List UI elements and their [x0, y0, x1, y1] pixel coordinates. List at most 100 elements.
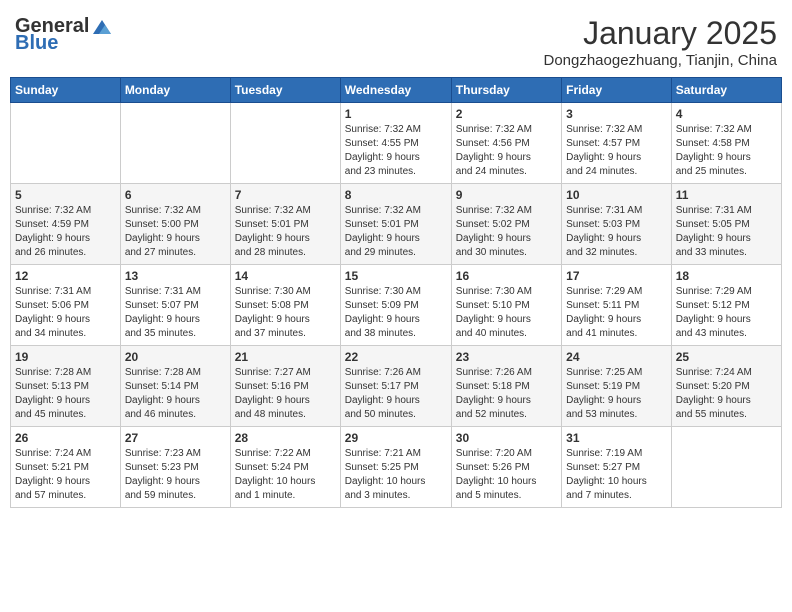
day-number: 28 — [235, 431, 336, 445]
calendar-cell: 20 Sunrise: 7:28 AM Sunset: 5:14 PM Dayli… — [120, 346, 230, 427]
day-info: Sunrise: 7:32 AM Sunset: 5:01 PM Dayligh… — [235, 204, 336, 260]
calendar-cell: 12 Sunrise: 7:31 AM Sunset: 5:06 PM Dayli… — [11, 265, 121, 346]
calendar-cell: 16 Sunrise: 7:30 AM Sunset: 5:10 PM Dayli… — [451, 265, 561, 346]
weekday-header-sunday: Sunday — [11, 78, 121, 103]
day-info: Sunrise: 7:32 AM Sunset: 5:00 PM Dayligh… — [125, 204, 226, 260]
day-info: Sunrise: 7:32 AM Sunset: 5:01 PM Dayligh… — [345, 204, 447, 260]
calendar-cell — [120, 103, 230, 184]
day-number: 17 — [566, 269, 667, 283]
day-number: 10 — [566, 188, 667, 202]
day-number: 3 — [566, 107, 667, 121]
calendar-cell: 5 Sunrise: 7:32 AM Sunset: 4:59 PM Daylig… — [11, 184, 121, 265]
day-info: Sunrise: 7:28 AM Sunset: 5:13 PM Dayligh… — [15, 366, 116, 422]
day-info: Sunrise: 7:19 AM Sunset: 5:27 PM Dayligh… — [566, 447, 667, 503]
calendar-cell: 14 Sunrise: 7:30 AM Sunset: 5:08 PM Dayli… — [230, 265, 340, 346]
day-number: 6 — [125, 188, 226, 202]
calendar-cell: 18Sunrise: 7:29 AM Sunset: 5:12 PM Dayli… — [671, 265, 781, 346]
calendar-cell: 24Sunrise: 7:25 AM Sunset: 5:19 PM Dayli… — [562, 346, 672, 427]
weekday-header-friday: Friday — [562, 78, 672, 103]
day-info: Sunrise: 7:32 AM Sunset: 4:56 PM Dayligh… — [456, 123, 557, 179]
calendar-cell: 26Sunrise: 7:24 AM Sunset: 5:21 PM Dayli… — [11, 427, 121, 508]
calendar-cell: 10 Sunrise: 7:31 AM Sunset: 5:03 PM Dayli… — [562, 184, 672, 265]
day-number: 1 — [345, 107, 447, 121]
calendar-table: SundayMondayTuesdayWednesdayThursdayFrid… — [10, 77, 782, 508]
page-header: General Blue January 2025 Dongzhaogezhua… — [10, 10, 782, 69]
day-info: Sunrise: 7:31 AM Sunset: 5:05 PM Dayligh… — [676, 204, 777, 260]
calendar-cell: 11 Sunrise: 7:31 AM Sunset: 5:05 PM Dayli… — [671, 184, 781, 265]
day-number: 16 — [456, 269, 557, 283]
calendar-cell: 23 Sunrise: 7:26 AM Sunset: 5:18 PM Dayli… — [451, 346, 561, 427]
day-info: Sunrise: 7:31 AM Sunset: 5:07 PM Dayligh… — [125, 285, 226, 341]
calendar-cell: 25 Sunrise: 7:24 AM Sunset: 5:20 PM Dayli… — [671, 346, 781, 427]
day-info: Sunrise: 7:27 AM Sunset: 5:16 PM Dayligh… — [235, 366, 336, 422]
calendar-cell: 31 Sunrise: 7:19 AM Sunset: 5:27 PM Dayli… — [562, 427, 672, 508]
calendar-cell: 8 Sunrise: 7:32 AM Sunset: 5:01 PM Daylig… — [340, 184, 451, 265]
calendar-cell: 28Sunrise: 7:22 AM Sunset: 5:24 PM Dayli… — [230, 427, 340, 508]
calendar-cell: 9Sunrise: 7:32 AM Sunset: 5:02 PM Daylig… — [451, 184, 561, 265]
calendar-cell: 22 Sunrise: 7:26 AM Sunset: 5:17 PM Dayli… — [340, 346, 451, 427]
logo: General Blue — [15, 15, 113, 55]
weekday-header-monday: Monday — [120, 78, 230, 103]
day-number: 23 — [456, 350, 557, 364]
day-number: 15 — [345, 269, 447, 283]
day-number: 31 — [566, 431, 667, 445]
day-number: 12 — [15, 269, 116, 283]
calendar-week-row: 26Sunrise: 7:24 AM Sunset: 5:21 PM Dayli… — [11, 427, 782, 508]
day-info: Sunrise: 7:31 AM Sunset: 5:03 PM Dayligh… — [566, 204, 667, 260]
calendar-cell: 13 Sunrise: 7:31 AM Sunset: 5:07 PM Dayli… — [120, 265, 230, 346]
day-number: 20 — [125, 350, 226, 364]
day-info: Sunrise: 7:28 AM Sunset: 5:14 PM Dayligh… — [125, 366, 226, 422]
calendar-cell: 4Sunrise: 7:32 AM Sunset: 4:58 PM Daylig… — [671, 103, 781, 184]
day-info: Sunrise: 7:26 AM Sunset: 5:17 PM Dayligh… — [345, 366, 447, 422]
calendar-cell: 19 Sunrise: 7:28 AM Sunset: 5:13 PM Dayli… — [11, 346, 121, 427]
title-block: January 2025 Dongzhaogezhuang, Tianjin, … — [543, 15, 777, 69]
calendar-cell — [11, 103, 121, 184]
calendar-cell: 6 Sunrise: 7:32 AM Sunset: 5:00 PM Daylig… — [120, 184, 230, 265]
day-number: 25 — [676, 350, 777, 364]
day-info: Sunrise: 7:24 AM Sunset: 5:20 PM Dayligh… — [676, 366, 777, 422]
day-number: 14 — [235, 269, 336, 283]
day-number: 11 — [676, 188, 777, 202]
weekday-header-row: SundayMondayTuesdayWednesdayThursdayFrid… — [11, 78, 782, 103]
weekday-header-thursday: Thursday — [451, 78, 561, 103]
day-number: 29 — [345, 431, 447, 445]
day-number: 30 — [456, 431, 557, 445]
calendar-cell: 21 Sunrise: 7:27 AM Sunset: 5:16 PM Dayli… — [230, 346, 340, 427]
calendar-cell: 30Sunrise: 7:20 AM Sunset: 5:26 PM Dayli… — [451, 427, 561, 508]
day-info: Sunrise: 7:30 AM Sunset: 5:09 PM Dayligh… — [345, 285, 447, 341]
day-number: 19 — [15, 350, 116, 364]
day-info: Sunrise: 7:32 AM Sunset: 4:58 PM Dayligh… — [676, 123, 777, 179]
calendar-week-row: 1 Sunrise: 7:32 AM Sunset: 4:55 PM Daylig… — [11, 103, 782, 184]
day-info: Sunrise: 7:23 AM Sunset: 5:23 PM Dayligh… — [125, 447, 226, 503]
calendar-cell: 15 Sunrise: 7:30 AM Sunset: 5:09 PM Dayli… — [340, 265, 451, 346]
day-info: Sunrise: 7:32 AM Sunset: 4:55 PM Dayligh… — [345, 123, 447, 179]
day-number: 5 — [15, 188, 116, 202]
calendar-cell: 7Sunrise: 7:32 AM Sunset: 5:01 PM Daylig… — [230, 184, 340, 265]
day-info: Sunrise: 7:29 AM Sunset: 5:11 PM Dayligh… — [566, 285, 667, 341]
calendar-cell — [230, 103, 340, 184]
day-number: 21 — [235, 350, 336, 364]
day-number: 26 — [15, 431, 116, 445]
day-number: 8 — [345, 188, 447, 202]
month-title: January 2025 — [543, 15, 777, 52]
calendar-week-row: 5 Sunrise: 7:32 AM Sunset: 4:59 PM Daylig… — [11, 184, 782, 265]
day-info: Sunrise: 7:30 AM Sunset: 5:08 PM Dayligh… — [235, 285, 336, 341]
day-number: 27 — [125, 431, 226, 445]
day-number: 13 — [125, 269, 226, 283]
day-info: Sunrise: 7:31 AM Sunset: 5:06 PM Dayligh… — [15, 285, 116, 341]
weekday-header-tuesday: Tuesday — [230, 78, 340, 103]
day-info: Sunrise: 7:30 AM Sunset: 5:10 PM Dayligh… — [456, 285, 557, 341]
calendar-cell: 2 Sunrise: 7:32 AM Sunset: 4:56 PM Daylig… — [451, 103, 561, 184]
calendar-cell — [671, 427, 781, 508]
calendar-cell: 3Sunrise: 7:32 AM Sunset: 4:57 PM Daylig… — [562, 103, 672, 184]
weekday-header-wednesday: Wednesday — [340, 78, 451, 103]
calendar-cell: 29Sunrise: 7:21 AM Sunset: 5:25 PM Dayli… — [340, 427, 451, 508]
day-info: Sunrise: 7:26 AM Sunset: 5:18 PM Dayligh… — [456, 366, 557, 422]
weekday-header-saturday: Saturday — [671, 78, 781, 103]
day-info: Sunrise: 7:32 AM Sunset: 4:59 PM Dayligh… — [15, 204, 116, 260]
day-number: 2 — [456, 107, 557, 121]
calendar-week-row: 19 Sunrise: 7:28 AM Sunset: 5:13 PM Dayli… — [11, 346, 782, 427]
day-number: 22 — [345, 350, 447, 364]
calendar-cell: 17 Sunrise: 7:29 AM Sunset: 5:11 PM Dayli… — [562, 265, 672, 346]
day-number: 24 — [566, 350, 667, 364]
